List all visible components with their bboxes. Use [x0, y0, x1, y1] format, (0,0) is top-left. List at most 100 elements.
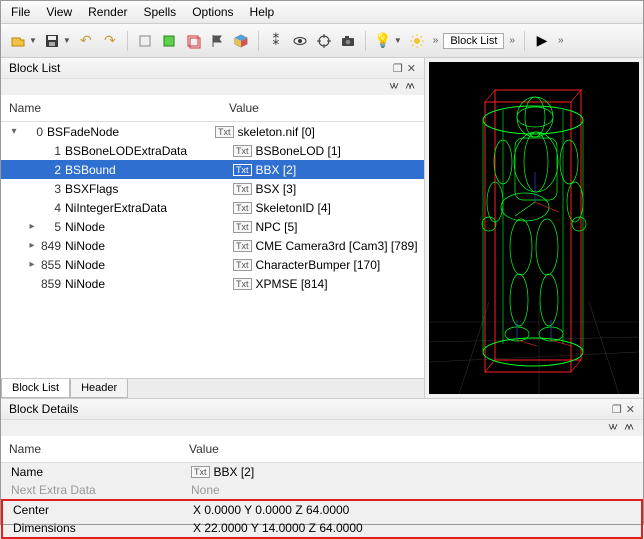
menu-view[interactable]: View	[46, 5, 72, 19]
detail-value: X 22.0000 Y 14.0000 Z 64.0000	[193, 521, 641, 535]
blocklist-title: Block List	[9, 61, 393, 75]
col-value[interactable]: Value	[183, 440, 641, 458]
separator	[127, 31, 128, 51]
menu-render[interactable]: Render	[88, 5, 127, 19]
row-index: 1	[39, 144, 65, 158]
expand-icon[interactable]: ▸	[25, 259, 39, 270]
row-value: TxtNPC [5]	[233, 220, 298, 234]
separator	[524, 31, 525, 51]
toolbar-overflow-3[interactable]: »	[555, 35, 567, 46]
blocklist-panel: Block List ❐ ✕ ˅˅ ˄˄ Name Value ▾0BSFade…	[1, 58, 425, 398]
col-value[interactable]: Value	[223, 99, 422, 117]
menu-file[interactable]: File	[11, 5, 30, 19]
detail-row[interactable]: Next Extra DataNone	[1, 481, 643, 499]
expand-all-icon[interactable]: ˄˄	[405, 81, 412, 93]
main-area: Block List ❐ ✕ ˅˅ ˄˄ Name Value ▾0BSFade…	[1, 58, 643, 398]
row-value: Txtskeleton.nif [0]	[215, 125, 315, 139]
row-value: TxtSkeletonID [4]	[233, 201, 331, 215]
details-title: Block Details	[9, 402, 612, 416]
details-header-row: Name Value	[1, 436, 643, 463]
txt-badge: Txt	[233, 145, 252, 157]
tree-row[interactable]: 1BSBoneLODExtraDataTxtBSBoneLOD [1]	[1, 141, 424, 160]
blocklist-combo[interactable]: Block List	[443, 33, 504, 49]
row-index: 0	[21, 125, 47, 139]
txt-badge: Txt	[233, 278, 252, 290]
blocklist-tree[interactable]: ▾0BSFadeNodeTxtskeleton.nif [0]1BSBoneLO…	[1, 122, 424, 378]
col-name[interactable]: Name	[3, 99, 223, 117]
tab-header[interactable]: Header	[70, 379, 128, 398]
cube-green-icon[interactable]	[158, 30, 180, 52]
tab-blocklist[interactable]: Block List	[1, 379, 70, 398]
play-icon[interactable]: ▶	[531, 30, 553, 52]
txt-badge: Txt	[233, 183, 252, 195]
restore-icon[interactable]: ❐	[612, 403, 622, 416]
detail-value: TxtBBX [2]	[191, 465, 643, 479]
close-icon[interactable]: ✕	[407, 62, 416, 75]
expand-icon[interactable]: ▾	[7, 126, 21, 137]
tree-row[interactable]: 2BSBoundTxtBBX [2]	[1, 160, 424, 179]
expand-all-icon[interactable]: ˄˄	[624, 422, 631, 434]
txt-badge: Txt	[233, 202, 252, 214]
target-icon[interactable]	[313, 30, 335, 52]
col-name[interactable]: Name	[3, 440, 183, 458]
row-value: TxtBSBoneLOD [1]	[233, 144, 341, 158]
row-name: NiNode	[65, 239, 233, 253]
tree-row[interactable]: 859NiNodeTxtXPMSE [814]	[1, 274, 424, 293]
row-value: TxtBBX [2]	[233, 163, 296, 177]
restore-icon[interactable]: ❐	[393, 62, 403, 75]
menu-spells[interactable]: Spells	[144, 5, 177, 19]
txt-badge: Txt	[233, 164, 252, 176]
3d-viewport[interactable]	[429, 62, 639, 394]
cube-color-icon[interactable]	[230, 30, 252, 52]
detail-row[interactable]: DimensionsX 22.0000 Y 14.0000 Z 64.0000	[3, 519, 641, 537]
sun-icon[interactable]	[406, 30, 428, 52]
blocklist-titlebar: Block List ❐ ✕	[1, 58, 424, 79]
row-value: TxtCME Camera3rd [Cam3] [789]	[233, 239, 418, 253]
toolbar-overflow[interactable]: »	[430, 35, 442, 46]
tree-row[interactable]: ▸855NiNodeTxtCharacterBumper [170]	[1, 255, 424, 274]
row-index: 855	[39, 258, 65, 272]
collapse-all-icon[interactable]: ˅˅	[608, 422, 615, 434]
bulb-icon[interactable]: 💡	[372, 30, 394, 52]
detail-row[interactable]: NameTxtBBX [2]	[1, 463, 643, 481]
bulb-dropdown[interactable]: ▼	[394, 36, 402, 45]
details-collapse-controls: ˅˅ ˄˄	[1, 420, 643, 436]
camera-icon[interactable]	[337, 30, 359, 52]
toolbar-overflow-2[interactable]: »	[506, 35, 518, 46]
row-value: TxtXPMSE [814]	[233, 277, 328, 291]
close-icon[interactable]: ✕	[626, 403, 635, 416]
details-titlebar: Block Details ❐ ✕	[1, 399, 643, 420]
cube-red-icon[interactable]	[182, 30, 204, 52]
tree-row[interactable]: ▸5NiNodeTxtNPC [5]	[1, 217, 424, 236]
cube-wire-icon[interactable]	[134, 30, 156, 52]
open-dropdown[interactable]: ▼	[29, 36, 37, 45]
tree-row[interactable]: 3BSXFlagsTxtBSX [3]	[1, 179, 424, 198]
row-name: BSBound	[65, 163, 233, 177]
undo-icon[interactable]: ↶	[75, 30, 97, 52]
detail-name: Next Extra Data	[11, 483, 191, 497]
row-index: 4	[39, 201, 65, 215]
row-value: TxtCharacterBumper [170]	[233, 258, 380, 272]
blocklist-header-row: Name Value	[1, 95, 424, 122]
save-icon[interactable]	[41, 30, 63, 52]
menu-options[interactable]: Options	[192, 5, 233, 19]
detail-row[interactable]: CenterX 0.0000 Y 0.0000 Z 64.0000	[3, 501, 641, 519]
save-dropdown[interactable]: ▼	[63, 36, 71, 45]
footprints-icon[interactable]: ⁑	[265, 30, 287, 52]
expand-icon[interactable]: ▸	[25, 221, 39, 232]
row-name: NiNode	[65, 220, 233, 234]
row-index: 2	[39, 163, 65, 177]
tree-row[interactable]: ▸849NiNodeTxtCME Camera3rd [Cam3] [789]	[1, 236, 424, 255]
separator	[258, 31, 259, 51]
detail-name: Center	[13, 503, 193, 517]
open-icon[interactable]	[7, 30, 29, 52]
menu-help[interactable]: Help	[250, 5, 275, 19]
tree-row[interactable]: ▾0BSFadeNodeTxtskeleton.nif [0]	[1, 122, 424, 141]
eye-icon[interactable]	[289, 30, 311, 52]
tree-row[interactable]: 4NiIntegerExtraDataTxtSkeletonID [4]	[1, 198, 424, 217]
redo-icon[interactable]: ↷	[99, 30, 121, 52]
collapse-all-icon[interactable]: ˅˅	[389, 81, 396, 93]
expand-icon[interactable]: ▸	[25, 240, 39, 251]
flag-icon[interactable]	[206, 30, 228, 52]
txt-badge: Txt	[215, 126, 234, 138]
